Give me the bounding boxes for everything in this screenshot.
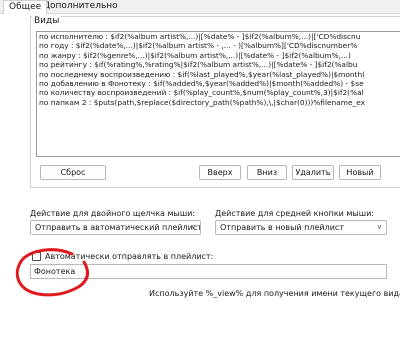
reset-button[interactable]: Сброс: [40, 165, 106, 180]
chevron-down-icon: ∨: [190, 223, 196, 231]
move-up-button[interactable]: Вверх: [199, 165, 241, 180]
views-group-label: Виды: [32, 16, 62, 26]
list-item[interactable]: по исполнителю : $if2(%album artist%,...…: [37, 32, 400, 41]
middle-click-select[interactable]: Отправить в новый плейлист ∨: [215, 220, 387, 235]
playlist-name-field[interactable]: Фонотека: [30, 264, 387, 279]
middle-click-label: Действие для средней кнопки мыши:: [215, 209, 374, 218]
auto-send-checkbox[interactable]: [32, 252, 41, 261]
auto-send-label: Автоматически отправлять в плейлист:: [45, 252, 214, 261]
new-view-button[interactable]: Новый: [339, 165, 381, 180]
list-item[interactable]: по рейтингу : $if(%rating%,%rating%|$if2…: [37, 60, 400, 69]
chevron-down-icon: ∨: [376, 223, 382, 231]
delete-button[interactable]: Удалить: [292, 165, 334, 180]
list-item[interactable]: по папкам 2 : $puts(path,$replace($direc…: [37, 98, 400, 107]
double-click-value: Отправить в автоматический плейлист: [35, 223, 201, 232]
view-hint-text: Используйте %_view% для получения имени …: [149, 289, 400, 298]
move-down-button[interactable]: Вниз: [247, 165, 287, 180]
double-click-select[interactable]: Отправить в автоматический плейлист ∨: [30, 220, 201, 235]
tab-strip: Общее Дополнительно: [0, 0, 400, 14]
playlist-name-value: Фонотека: [34, 267, 76, 276]
list-item[interactable]: по количеству воспроизведений : $if(%pla…: [37, 88, 400, 97]
tab-advanced[interactable]: Дополнительно: [38, 0, 123, 14]
list-item[interactable]: по году : $if2(%date%,...)|$if2(%album a…: [37, 41, 400, 50]
list-item[interactable]: по последнему воспроизведению : $if(%las…: [37, 70, 400, 79]
list-item[interactable]: по добавлению в Фонотеку : $if(%added%,$…: [37, 79, 400, 88]
views-list[interactable]: по исполнителю : $if2(%album artist%,...…: [36, 31, 400, 157]
double-click-label: Действие для двойного щелчка мыши:: [30, 209, 196, 218]
middle-click-value: Отправить в новый плейлист: [220, 223, 344, 232]
list-item[interactable]: по жанру : $if2(%genre%,...)|$if2(%album…: [37, 51, 400, 60]
tab-general[interactable]: Общее: [3, 0, 48, 14]
